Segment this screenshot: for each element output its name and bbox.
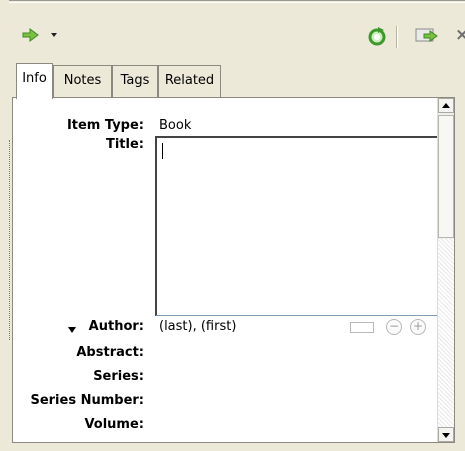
remove-creator-icon[interactable]: −	[386, 319, 402, 335]
series-label[interactable]: Series:	[93, 369, 144, 384]
tab-notes[interactable]: Notes	[53, 65, 112, 97]
tab-related[interactable]: Related	[158, 65, 221, 97]
switch-field-mode-icon[interactable]	[350, 322, 374, 333]
author-label[interactable]: Author:	[89, 319, 144, 334]
author-value[interactable]: (last), (first)	[159, 319, 236, 334]
item-type-label: Item Type:	[66, 118, 144, 133]
splitter-grip[interactable]	[9, 140, 11, 340]
dropdown-caret-icon[interactable]	[51, 33, 57, 37]
toolbar-separator	[396, 26, 398, 48]
top-border	[9, 0, 465, 3]
scroll-up-icon[interactable]	[438, 98, 454, 113]
scroll-track[interactable]	[438, 239, 454, 427]
item-type-value[interactable]: Book	[159, 118, 191, 133]
close-icon[interactable]: ×	[455, 25, 465, 45]
info-panel: Item Type: Book Title: Author: (last), (…	[12, 97, 455, 443]
author-expand-icon[interactable]	[68, 327, 76, 333]
scroll-down-icon[interactable]	[438, 427, 454, 442]
scroll-thumb[interactable]	[438, 115, 454, 238]
abstract-label[interactable]: Abstract:	[76, 345, 144, 360]
vertical-scrollbar[interactable]	[437, 98, 454, 442]
tab-info[interactable]: Info	[16, 63, 53, 99]
info-fields: Item Type: Book Title: Author: (last), (…	[13, 98, 450, 442]
refresh-icon[interactable]	[367, 26, 387, 46]
add-creator-icon[interactable]: +	[410, 319, 426, 335]
text-caret	[162, 143, 163, 159]
volume-label[interactable]: Volume:	[84, 417, 144, 432]
tab-tags[interactable]: Tags	[112, 65, 158, 97]
title-label: Title:	[105, 137, 144, 152]
title-field[interactable]	[155, 136, 450, 316]
forward-arrow-icon[interactable]	[415, 28, 441, 44]
item-toolbar: ×	[12, 22, 465, 50]
series-number-label[interactable]: Series Number:	[30, 393, 144, 408]
green-arrow-icon[interactable]	[22, 28, 40, 42]
